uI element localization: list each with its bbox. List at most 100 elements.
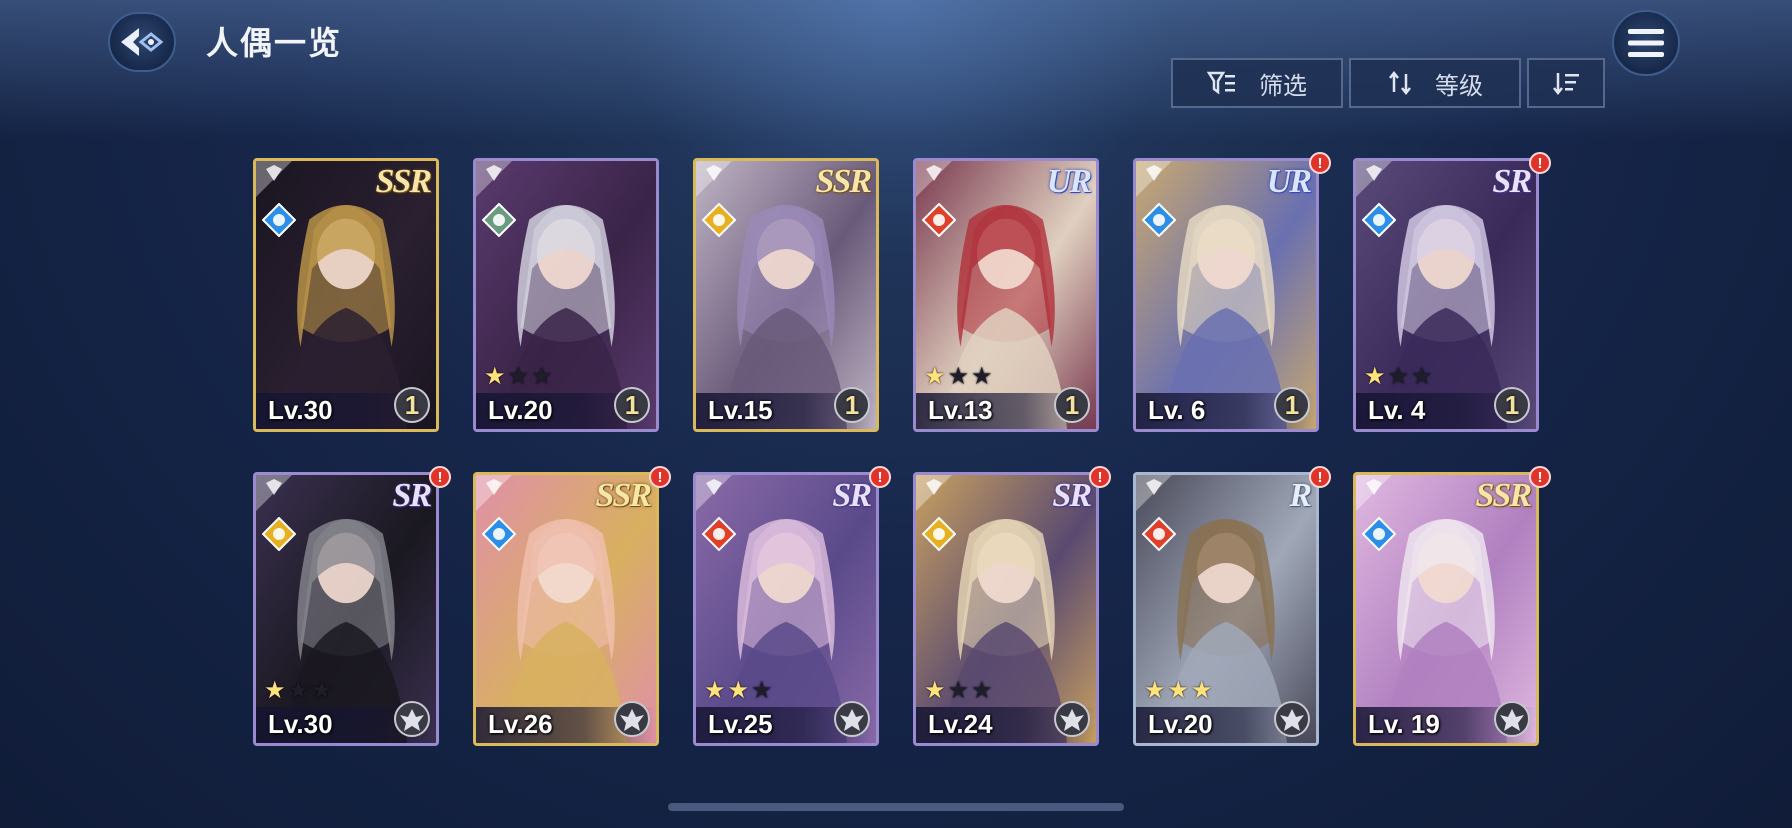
character-card[interactable]: UR ★★★ Lv.13 1 [913,158,1099,432]
awaken-count: 1 [1504,389,1520,420]
rarity-label: R [1289,477,1312,514]
rarity-label: SSR [375,163,432,200]
rarity-label: SSR [595,477,652,514]
awaken-count: 1 [1064,389,1080,420]
emblem-badge-icon [394,701,430,737]
filter-label: 筛选 [1259,72,1307,100]
star-filled-icon: ★ [924,677,948,704]
sort-button[interactable]: 等级 [1349,58,1521,108]
star-empty-icon: ★ [971,677,995,704]
alert-badge-icon: ! [869,466,891,488]
character-card[interactable]: SR ★★★ Lv.30 [253,472,439,746]
fire-element-icon [922,203,956,237]
next-row-peek [693,784,879,796]
filter-icon [1207,71,1235,95]
water-element-icon [482,517,516,551]
class-emblem-icon [1356,475,1392,511]
level-label: Lv.20 [488,395,553,425]
star-empty-icon: ★ [751,677,775,704]
filter-button[interactable]: 筛选 [1171,58,1343,108]
class-emblem-icon [476,161,512,197]
alert-badge-icon: ! [1309,152,1331,174]
rarity-label: SR [392,477,432,514]
level-label: Lv.30 [268,709,333,739]
water-element-icon [1362,517,1396,551]
character-card[interactable]: SSR Lv.15 1 [693,158,879,432]
star-empty-icon: ★ [287,677,312,704]
rarity-label: UR [1266,163,1312,200]
scroll-indicator[interactable] [668,803,1124,811]
rarity-label: SR [1052,477,1092,514]
fire-element-icon [702,517,736,551]
awaken-count: 1 [624,389,640,420]
character-card[interactable]: SSR Lv.26 [473,472,659,746]
star-empty-icon: ★ [1411,363,1435,390]
star-rating: ★★★ [924,362,995,391]
awaken-count: 1 [844,389,860,420]
rarity-label: SR [1492,163,1532,200]
next-row-peek [1133,784,1319,796]
character-card[interactable]: SR ★★★ Lv.25 [693,472,879,746]
star-empty-icon: ★ [971,363,995,390]
water-element-icon [1362,203,1396,237]
emblem-badge-icon [834,701,870,737]
star-rating: ★★★ [704,676,775,705]
alert-badge-icon: ! [1529,466,1551,488]
alert-badge-icon: ! [1529,152,1551,174]
menu-button[interactable] [1612,10,1680,76]
star-filled-icon: ★ [1167,677,1192,704]
level-label: Lv.24 [928,709,993,739]
order-toggle-button[interactable] [1527,58,1605,108]
back-arrow-icon [121,28,164,56]
water-element-icon [262,203,296,237]
level-label: Lv. 4 [1368,395,1426,425]
sort-arrows-icon [1389,70,1411,96]
star-rating: ★★★ [924,676,995,705]
star-rating: ★★★ [264,676,335,705]
sort-descending-icon [1553,73,1579,96]
emblem-badge-icon [1054,701,1090,737]
star-filled-icon: ★ [704,677,728,704]
character-card[interactable]: SSR Lv.30 1 [253,158,439,432]
star-filled-icon: ★ [1191,677,1215,704]
star-rating: ★★★ [1364,362,1435,391]
character-card[interactable]: ★★★ Lv.20 1 [473,158,659,432]
class-emblem-icon [1136,475,1172,511]
level-label: Lv. 6 [1148,395,1206,425]
level-label: Lv.20 [1148,709,1213,739]
star-rating: ★★★ [484,362,555,391]
next-row-peek [473,784,659,796]
star-filled-icon: ★ [1144,677,1168,704]
rarity-label: SSR [815,163,872,200]
class-emblem-icon [916,475,952,511]
star-rating: ★★★ [1144,676,1215,705]
next-row-peek [253,784,439,796]
class-emblem-icon [1136,161,1172,197]
star-filled-icon: ★ [727,677,752,704]
star-filled-icon: ★ [264,677,288,704]
page-title: 人偶一览 [206,25,343,61]
light-element-icon [702,203,736,237]
star-filled-icon: ★ [924,363,948,390]
character-card[interactable]: UR Lv. 6 1 [1133,158,1319,432]
level-label: Lv.30 [268,395,333,425]
character-card[interactable]: R ★★★ Lv.20 [1133,472,1319,746]
star-filled-icon: ★ [1364,363,1388,390]
rarity-label: SR [832,477,872,514]
next-row-peek [1353,784,1539,796]
next-row-peek [913,784,1099,796]
character-card[interactable]: SR ★★★ Lv. 41 [1353,158,1539,432]
level-label: Lv.25 [708,709,773,739]
class-emblem-icon [916,161,952,197]
emblem-badge-icon [1494,701,1530,737]
fire-element-icon [1142,517,1176,551]
class-emblem-icon [696,475,732,511]
wind-element-icon [482,203,516,237]
star-empty-icon: ★ [507,363,532,390]
rarity-label: SSR [1475,477,1532,514]
character-card[interactable]: SSR Lv. 19 [1353,472,1539,746]
emblem-badge-icon [1274,701,1310,737]
star-empty-icon: ★ [947,363,972,390]
back-button[interactable] [108,12,176,72]
character-card[interactable]: SR ★★★ Lv.24 [913,472,1099,746]
